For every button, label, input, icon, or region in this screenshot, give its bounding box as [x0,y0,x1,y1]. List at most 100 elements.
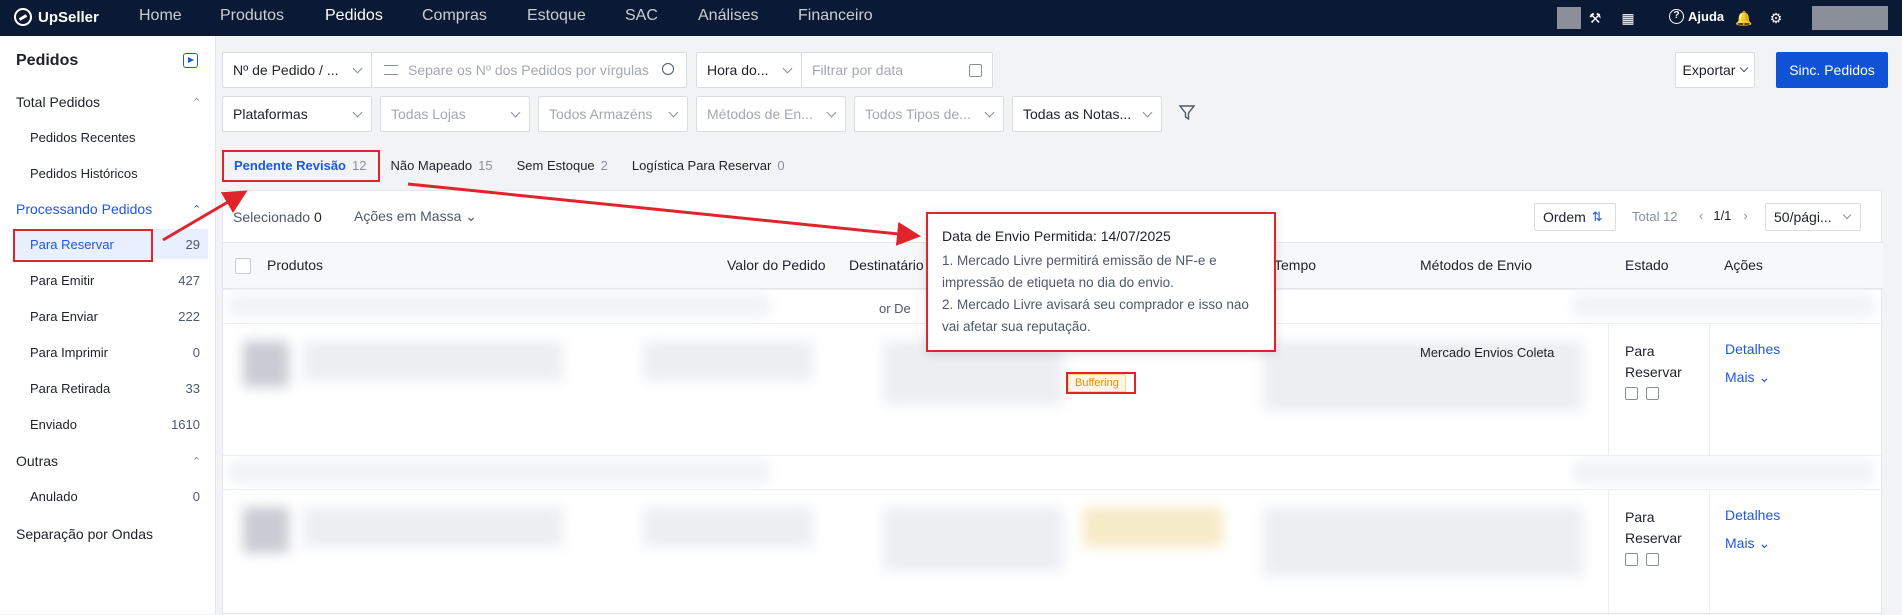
column-divider [1709,323,1710,455]
sync-orders-button[interactable]: Sinc. Pedidos [1776,52,1888,88]
help-icon: ? [1669,9,1684,24]
sidebar-item-label: Pedidos Recentes [30,130,136,145]
sidebar-item-historicos[interactable]: Pedidos Históricos [16,158,208,188]
chevron-up-icon[interactable]: ⌃ [192,96,201,109]
blurred-order-header [229,295,769,317]
nav-estoque[interactable]: Estoque [527,7,586,25]
tab-logistica-para-reservar[interactable]: Logística Para Reservar 0 [620,148,797,182]
nav-sac[interactable]: SAC [625,7,658,25]
store-avatar[interactable] [1557,7,1581,29]
sidebar-item-para-imprimir[interactable]: Para Imprimir 0 [16,337,208,367]
notes-select[interactable]: Todas as Notas... [1012,96,1162,132]
sidebar-group-processando[interactable]: Processando Pedidos [16,201,152,217]
tab-count: 2 [600,157,608,173]
select-all-checkbox[interactable] [235,258,251,274]
blurred-time-shipping [1263,507,1583,577]
tools-icon[interactable]: ⚒ [1586,9,1604,27]
details-link[interactable]: Detalhes [1725,507,1780,523]
barcode-icon[interactable] [1625,553,1638,566]
nav-analises[interactable]: Análises [698,7,758,25]
nav-pedidos[interactable]: Pedidos [325,7,383,25]
sort-label: Ordem [1543,209,1586,225]
time-type-select[interactable]: Hora do... [696,52,802,88]
date-filter-input[interactable]: Filtrar por data [801,52,993,88]
sidebar-item-anulado[interactable]: Anulado 0 [16,481,208,511]
stores-select[interactable]: Todas Lojas [380,96,530,132]
sidebar-item-para-enviar[interactable]: Para Enviar 222 [16,301,208,331]
sidebar-item-count: 1610 [171,417,200,432]
col-destinatario: Destinatário [849,257,924,273]
more-actions-link[interactable]: Mais ⌄ [1725,535,1770,552]
chevron-down-icon [984,107,995,118]
sidebar-item-count: 0 [192,345,200,360]
more-label: Mais [1725,535,1755,551]
upseller-logo-icon [14,8,32,26]
warehouses-select[interactable]: Todos Armazéns [538,96,688,132]
mass-actions-dropdown[interactable]: Ações em Massa ⌄ [354,208,477,225]
sidebar-item-para-emitir[interactable]: Para Emitir 427 [16,265,208,295]
sidebar-item-separacao-ondas[interactable]: Separação por Ondas [16,526,153,542]
app-logo[interactable]: UpSeller [14,8,99,26]
prev-page-icon[interactable]: ‹ [1699,208,1703,223]
sidebar-item-recentes[interactable]: Pedidos Recentes [16,122,208,152]
sidebar-group-outras[interactable]: Outras [16,453,58,469]
chevron-up-icon[interactable]: ⌃ [192,455,201,468]
selected-label: Selecionado [233,209,311,225]
sidebar-item-label: Para Emitir [30,273,95,288]
tab-sem-estoque[interactable]: Sem Estoque 2 [505,148,620,182]
help-button[interactable]: ? Ajuda [1669,9,1724,24]
next-page-icon[interactable]: › [1743,208,1747,223]
more-actions-link[interactable]: Mais ⌄ [1725,369,1770,386]
order-search-input[interactable]: Separe os Nº dos Pedidos por vírgulas [371,52,687,88]
shipping-methods-select[interactable]: Métodos de En... [696,96,846,132]
nav-produtos[interactable]: Produtos [220,7,284,25]
apps-grid-icon[interactable]: ▦ [1619,9,1637,27]
page-indicator: 1/1 [1713,208,1732,223]
platforms-select[interactable]: Plataformas [222,96,372,132]
order-types-select[interactable]: Todos Tipos de... [854,96,1004,132]
selected-count: Selecionado 0 [233,209,322,225]
tooltip-title: Data de Envio Permitida: 14/07/2025 [942,228,1171,244]
chevron-down-icon: ⌄ [1758,369,1771,385]
clipboard-icon[interactable] [1646,553,1659,566]
chevron-up-icon[interactable]: ⌃ [192,203,201,216]
select-value: Plataformas [233,106,308,122]
sidebar-item-count: 33 [185,381,200,396]
tab-nao-mapeado[interactable]: Não Mapeado 15 [378,148,504,182]
product-image [243,341,289,387]
order-number-type-select[interactable]: Nº de Pedido / ... [222,52,372,88]
blurred-order-header [229,461,769,483]
video-tutorial-icon[interactable] [183,53,198,68]
state-text: Para Reservar [1625,343,1682,380]
sidebar-item-count: 222 [178,309,200,324]
filter-funnel-icon[interactable] [1179,104,1195,122]
state-icons [1625,387,1659,400]
group-text: or De [879,301,911,316]
gear-icon[interactable]: ⚙ [1767,9,1785,27]
export-button[interactable]: Exportar [1675,52,1755,88]
sidebar-item-para-retirada[interactable]: Para Retirada 33 [16,373,208,403]
row-divider [223,455,1883,456]
nav-compras[interactable]: Compras [422,7,487,25]
per-page-select[interactable]: 50/pági... [1765,203,1861,231]
tab-label: Logística Para Reservar [631,157,772,173]
bell-icon[interactable]: 🔔 [1735,9,1753,27]
barcode-icon[interactable] [1625,387,1638,400]
nav-financeiro[interactable]: Financeiro [798,7,873,25]
details-link[interactable]: Detalhes [1725,341,1780,357]
sidebar-group-total[interactable]: Total Pedidos [16,94,100,110]
nav-home[interactable]: Home [139,7,182,25]
calendar-icon [969,64,982,77]
chevron-down-icon [1740,63,1749,73]
sidebar-item-enviado[interactable]: Enviado 1610 [16,409,208,439]
sort-order-button[interactable]: Ordem ⇅ [1534,203,1616,231]
column-divider [1608,323,1609,455]
chevron-down-icon [352,63,363,74]
pagination: ‹ 1/1 › [1699,208,1748,223]
user-menu[interactable] [1812,6,1888,30]
per-page-value: 50/pági... [1774,209,1832,225]
search-icon[interactable] [662,63,674,75]
chevron-down-icon [1842,210,1852,220]
mass-actions-label: Ações em Massa [354,208,462,224]
clipboard-icon[interactable] [1646,387,1659,400]
